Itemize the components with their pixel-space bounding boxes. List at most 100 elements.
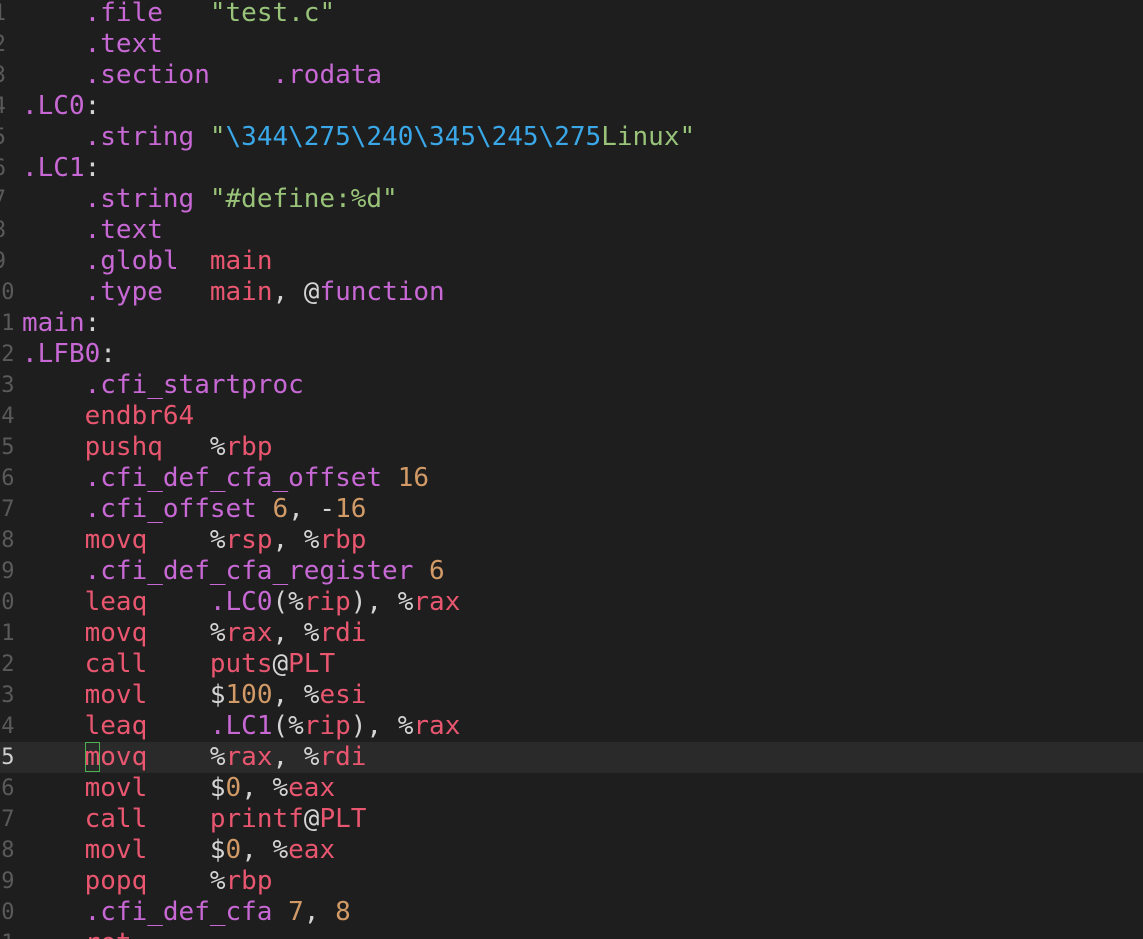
code-line[interactable]: 8 .text <box>0 215 1143 246</box>
code-line[interactable]: 5 .string "\344\275\240\345\245\275Linux… <box>0 122 1143 153</box>
line-number: 24 <box>0 714 15 739</box>
code-token: , % <box>241 835 289 865</box>
line-number: 19 <box>0 559 15 584</box>
code-line[interactable]: 24 leaq .LC1(%rip), %rax <box>0 711 1143 742</box>
code-line[interactable]: 21 movq %rax, %rdi <box>0 618 1143 649</box>
code-token: : <box>84 153 101 183</box>
code-token: eax <box>288 835 336 865</box>
code-line[interactable]: 17 .cfi_offset 6, -16 <box>0 494 1143 525</box>
code-token: movl <box>84 773 148 803</box>
code-text: movl $100, %esi <box>22 680 367 711</box>
code-text: .type main, @function <box>22 277 445 308</box>
code-text: movl $0, %eax <box>22 773 336 804</box>
code-line[interactable]: 12 .LFB0: <box>0 339 1143 370</box>
code-line[interactable]: 13 .cfi_startproc <box>0 370 1143 401</box>
code-token: % <box>147 866 226 896</box>
code-line[interactable]: 1 .file "test.c" <box>0 0 1143 29</box>
code-token: rip <box>303 711 351 741</box>
code-token: : <box>84 91 101 121</box>
code-line[interactable]: 4 .LC0: <box>0 91 1143 122</box>
line-number: 13 <box>0 373 15 398</box>
code-token: , - <box>288 494 336 524</box>
line-number: 8 <box>0 215 6 246</box>
code-token: "test.c" <box>209 0 336 28</box>
code-token: movl <box>84 680 148 710</box>
code-line[interactable]: 3 .section .rodata <box>0 60 1143 91</box>
code-token: .LC1 <box>22 153 85 183</box>
code-token: movq <box>84 618 148 648</box>
line-number: 18 <box>0 528 15 553</box>
code-token: .text <box>84 29 163 59</box>
current-code-line[interactable]: 25 movq %rax, %rdi <box>0 742 1143 773</box>
code-editor[interactable]: 1 .file "test.c"2 .text3 .section .rodat… <box>0 0 1143 939</box>
line-number: 30 <box>0 900 15 925</box>
code-token: popq <box>84 866 148 896</box>
code-text: ret <box>22 928 132 939</box>
code-token: $ <box>147 680 226 710</box>
line-number: 26 <box>0 776 15 801</box>
code-token: .text <box>84 215 163 245</box>
code-token: ), % <box>350 587 414 617</box>
code-token: % <box>147 742 226 772</box>
code-token: .LC0 <box>209 587 273 617</box>
code-text: .cfi_startproc <box>22 370 304 401</box>
code-token: ), % <box>350 711 414 741</box>
code-line[interactable]: 23 movl $100, %esi <box>0 680 1143 711</box>
code-token: .cfi_def_cfa_register <box>84 556 414 586</box>
code-text: leaq .LC0(%rip), %rax <box>22 587 461 618</box>
code-line[interactable]: 19 .cfi_def_cfa_register 6 <box>0 556 1143 587</box>
code-line[interactable]: 31 ret <box>0 928 1143 939</box>
code-text: .text <box>22 29 163 60</box>
code-line[interactable]: 26 movl $0, %eax <box>0 773 1143 804</box>
code-text: .text <box>22 215 163 246</box>
code-text: .section .rodata <box>22 60 382 91</box>
code-line[interactable]: 28 movl $0, %eax <box>0 835 1143 866</box>
code-line[interactable]: 20 leaq .LC0(%rip), %rax <box>0 587 1143 618</box>
line-number: 29 <box>0 869 15 894</box>
code-line[interactable]: 10 .type main, @function <box>0 277 1143 308</box>
code-token: 0 <box>225 773 242 803</box>
code-token: main <box>22 308 85 338</box>
code-line[interactable]: 2 .text <box>0 29 1143 60</box>
line-number: 16 <box>0 466 15 491</box>
code-line[interactable]: 22 call puts@PLT <box>0 649 1143 680</box>
code-token: (% <box>272 587 304 617</box>
code-line[interactable]: 27 call printf@PLT <box>0 804 1143 835</box>
code-line[interactable]: 18 movq %rsp, %rbp <box>0 525 1143 556</box>
code-text: movq %rsp, %rbp <box>22 525 367 556</box>
code-token: rax <box>225 742 273 772</box>
code-line[interactable]: 14 endbr64 <box>0 401 1143 432</box>
code-token: 6 <box>272 494 289 524</box>
code-token: (% <box>272 711 304 741</box>
code-line[interactable]: 11 main: <box>0 308 1143 339</box>
code-line[interactable]: 6 .LC1: <box>0 153 1143 184</box>
code-token: .section <box>84 60 210 90</box>
code-text: pushq %rbp <box>22 432 273 463</box>
code-line[interactable]: 15 pushq %rbp <box>0 432 1143 463</box>
code-line[interactable]: 7 .string "#define:%d" <box>0 184 1143 215</box>
code-line[interactable]: 29 popq %rbp <box>0 866 1143 897</box>
code-token: movq <box>84 525 148 555</box>
line-number: 20 <box>0 590 15 615</box>
code-line[interactable]: 16 .cfi_def_cfa_offset 16 <box>0 463 1143 494</box>
code-text: leaq .LC1(%rip), %rax <box>22 711 461 742</box>
code-line[interactable]: 30 .cfi_def_cfa 7, 8 <box>0 897 1143 928</box>
code-token: main <box>209 277 273 307</box>
code-line[interactable]: 9 .globl main <box>0 246 1143 277</box>
line-number: 5 <box>0 122 6 153</box>
